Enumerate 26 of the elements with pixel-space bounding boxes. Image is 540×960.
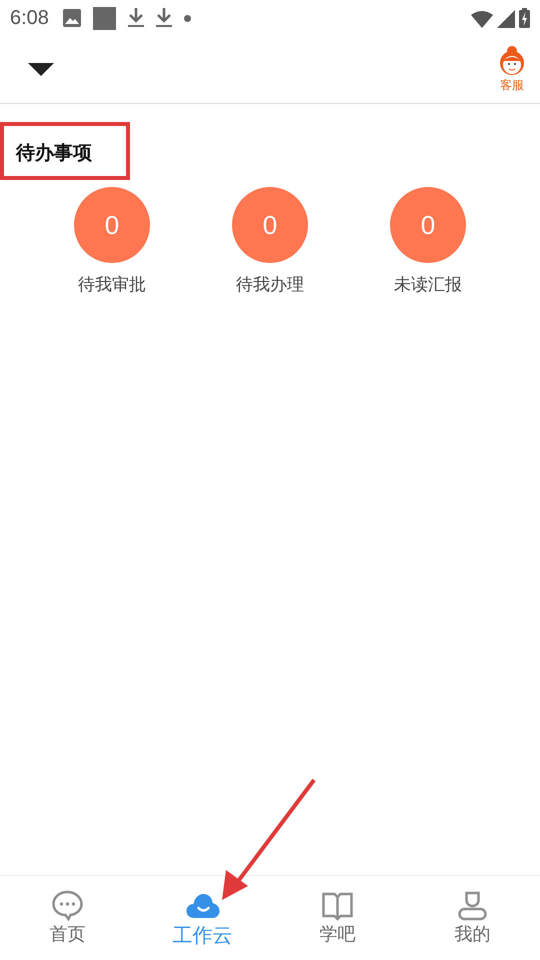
count-label: 待我办理 [236,274,304,296]
count-badge-button[interactable]: 0 [390,187,466,263]
download-icon [156,8,172,28]
download-icon [128,8,144,28]
count-badge-button[interactable]: 0 [232,187,308,263]
book-icon [321,890,354,922]
nav-tab[interactable]: 首页 [0,876,135,960]
wifi-icon [471,11,493,28]
chat-bubble-icon [51,890,84,922]
image-icon [62,9,81,27]
customer-service-button[interactable]: 客服 [498,46,526,94]
count-label: 未读汇报 [394,274,462,296]
nav-tab[interactable]: 工作云 [135,876,270,960]
square-icon [92,6,116,30]
dropdown-caret-icon [28,63,54,76]
battery-icon [519,8,530,28]
agent-face-icon [498,46,526,76]
count-badge-button[interactable]: 0 [74,187,150,263]
person-icon [456,890,489,922]
signal-icon [497,10,515,28]
count-label: 待我审批 [78,274,146,296]
clock-time: 6:08 [10,6,49,30]
dot-icon [184,14,191,22]
section-title: 待办事项 [16,141,92,166]
nav-tab[interactable]: 学吧 [270,876,405,960]
nav-tab[interactable]: 我的 [405,876,540,960]
